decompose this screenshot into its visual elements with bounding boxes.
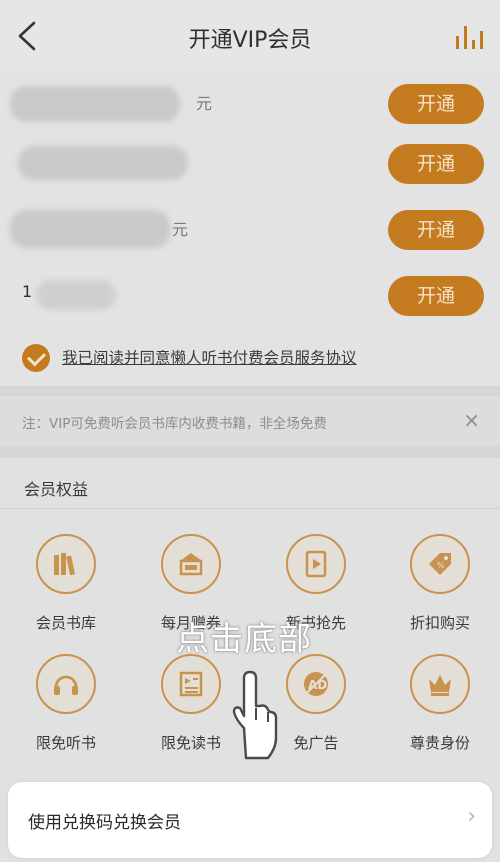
vip-note-bar: 注：VIP可免费听会员书库内收费书籍，非全场免费 × [0,396,500,446]
benefit-label: 尊贵身份 [409,734,470,752]
redeem-code-label: 使用兑换码兑换会员 [28,813,181,833]
hand-pointer-icon [232,670,278,760]
new-book-icon [286,534,346,594]
benefit-free-listening[interactable]: 限免听书 [11,654,121,764]
crown-icon [410,654,470,714]
plan-row: 元 开通 [0,72,500,138]
blurred-plan-info [10,86,180,122]
blurred-plan-info [18,146,188,180]
no-ads-icon: AD [286,654,346,714]
headphones-icon [36,654,96,714]
vip-note-text: 注：VIP可免费听会员书库内收费书籍，非全场免费 [22,416,327,432]
plan-row: 开通 [0,132,500,198]
reading-icon [161,654,221,714]
books-icon [36,534,96,594]
benefit-premium-status[interactable]: 尊贵身份 [385,654,495,764]
benefit-discount-purchase[interactable]: % 折扣购买 [385,534,495,644]
benefit-member-library[interactable]: 会员书库 [11,534,121,644]
chevron-right-icon: › [467,804,476,829]
benefits-title: 会员权益 [24,480,89,499]
section-gap [0,446,500,458]
plan-name-prefix: 1 [22,282,33,301]
bar-chart-icon[interactable] [454,22,486,50]
agreement-checkbox[interactable] [22,344,50,372]
close-icon[interactable]: × [463,408,480,432]
page-title: 开通VIP会员 [188,28,312,53]
open-vip-button[interactable]: 开通 [388,84,484,124]
agreement-link[interactable]: 我已阅读并同意懒人听书付费会员服务协议 [62,346,357,368]
open-vip-button[interactable]: 开通 [388,144,484,184]
benefit-label: 会员书库 [35,614,96,632]
benefit-label: 折扣购买 [409,614,470,632]
agreement-row: 我已阅读并同意懒人听书付费会员服务协议 [0,330,500,386]
blurred-plan-info [36,280,116,310]
plan-price-suffix: 元 [196,94,213,113]
header: 开通VIP会员 [0,0,500,72]
ticket-icon [161,534,221,594]
benefit-label: 限免听书 [35,734,96,752]
plan-row: 元 开通 [0,198,500,264]
blurred-plan-info [10,210,170,248]
redeem-code-row[interactable]: 使用兑换码兑换会员 › [8,782,492,858]
section-gap [0,386,500,396]
open-vip-button[interactable]: 开通 [388,276,484,316]
divider [0,508,500,509]
svg-text:%: % [437,561,445,570]
plan-row: 1 开通 [0,264,500,330]
plan-price-suffix: 元 [172,220,189,239]
open-vip-button[interactable]: 开通 [388,210,484,250]
discount-tag-icon: % [410,534,470,594]
tap-bottom-hint: 点击底部 [176,619,312,658]
